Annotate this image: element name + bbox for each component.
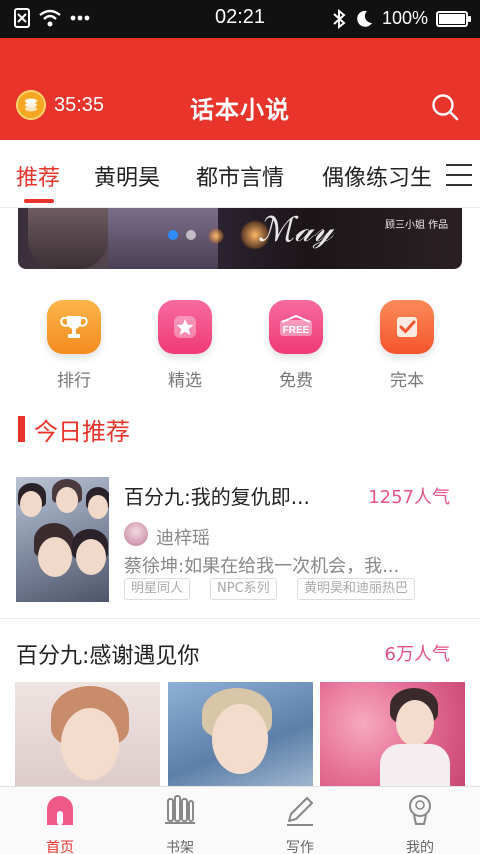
collection-thumbnail[interactable]	[320, 682, 465, 786]
collection-thumbnail[interactable]	[168, 682, 313, 786]
app-title: 话本小说	[190, 96, 290, 124]
category-featured[interactable]: 精选	[155, 300, 215, 391]
category-label: 精选	[168, 371, 202, 391]
tab-idol-producer[interactable]: 偶像练习生	[322, 160, 432, 192]
profile-icon	[409, 795, 431, 825]
carousel-dots	[168, 230, 196, 240]
nav-label: 写作	[286, 840, 314, 854]
nav-bookshelf[interactable]: 书架	[140, 793, 220, 854]
nav-label: 书架	[166, 840, 194, 854]
bluetooth-icon	[333, 8, 346, 29]
nav-write[interactable]: 写作	[260, 793, 340, 854]
category-tabs: 推荐 黄明昊 都市言情 偶像练习生	[0, 140, 480, 208]
category-completed[interactable]: 完本	[377, 300, 437, 391]
nav-label: 首页	[46, 840, 74, 854]
carousel-dot[interactable]	[168, 230, 178, 240]
carousel-dot[interactable]	[186, 230, 196, 240]
category-label: 完本	[390, 371, 424, 391]
book-tag[interactable]: NPC系列	[210, 578, 277, 600]
banner-figure	[108, 208, 218, 269]
book-description: 蔡徐坤:如果在给我一次机会，我...	[124, 556, 400, 577]
author-name[interactable]: 迪梓瑶	[156, 524, 210, 550]
app-header: 35:35 话本小说	[0, 38, 480, 140]
home-icon	[47, 796, 73, 825]
category-free[interactable]: FREE 免费	[266, 300, 326, 391]
book-tag[interactable]: 黄明昊和迪丽热巴	[297, 578, 416, 600]
book-title[interactable]: 百分九:我的复仇即...	[124, 481, 310, 510]
tab-urban-romance[interactable]: 都市言情	[196, 160, 284, 192]
pen-icon	[287, 797, 313, 826]
section-title: 今日推荐	[34, 418, 130, 446]
category-label: 排行	[57, 371, 91, 391]
battery-percent: 100%	[381, 8, 428, 28]
svg-text:FREE: FREE	[283, 325, 310, 336]
tab-huang-minghao[interactable]: 黄明昊	[94, 160, 160, 192]
status-bar: 02:21 100%	[0, 0, 480, 38]
tab-active-indicator	[24, 199, 54, 203]
category-ranking[interactable]: 排行	[44, 300, 104, 391]
star-icon	[158, 300, 212, 354]
battery-icon	[436, 10, 471, 27]
collection-title[interactable]: 百分九:感谢遇见你	[16, 638, 199, 670]
avatar	[124, 522, 148, 546]
menu-icon[interactable]	[446, 164, 472, 186]
book-cover[interactable]	[16, 477, 109, 602]
tab-recommend[interactable]: 推荐	[16, 160, 60, 192]
bottom-nav: 首页 书架 写作 我的	[0, 786, 480, 854]
banner-script-art: ℳ𝒶𝓎	[258, 210, 333, 250]
status-right-icons: 100%	[332, 8, 471, 29]
search-icon[interactable]	[430, 92, 460, 122]
book-tag[interactable]: 明星同人	[124, 578, 191, 600]
do-not-disturb-moon-icon	[357, 10, 372, 27]
banner-author: 顾三小姐 作品	[385, 220, 449, 231]
book-popularity: 1257人气	[368, 487, 450, 508]
divider	[0, 618, 480, 619]
check-book-icon	[380, 300, 434, 354]
collection-popularity: 6万人气	[384, 644, 450, 665]
nav-label: 我的	[406, 840, 434, 854]
banner-carousel[interactable]: ℳ𝒶𝓎 顾三小姐 作品	[18, 208, 462, 269]
category-label: 免费	[279, 371, 313, 391]
banner-figure	[28, 208, 108, 269]
trophy-icon	[47, 300, 101, 354]
collection-thumbnail[interactable]	[15, 682, 160, 786]
bookshelf-icon	[165, 795, 195, 824]
nav-profile[interactable]: 我的	[380, 793, 460, 854]
section-marker	[18, 416, 25, 442]
nav-home[interactable]: 首页	[20, 793, 100, 854]
free-icon: FREE	[269, 300, 323, 354]
